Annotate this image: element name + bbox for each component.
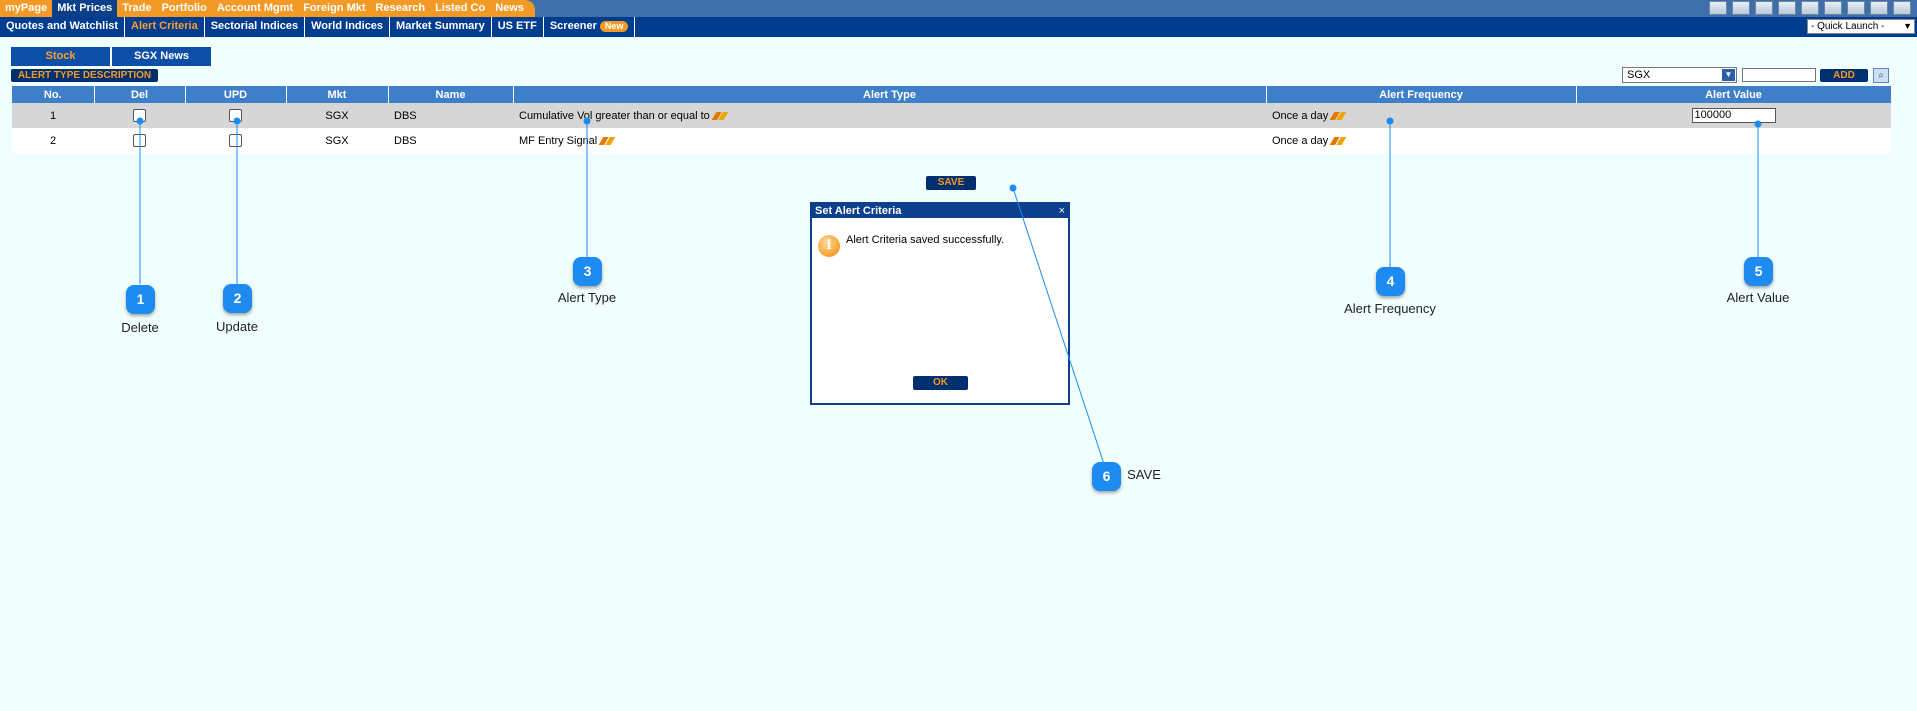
- callout-label-save: SAVE: [1127, 467, 1161, 482]
- callout-dot-alert-type: [583, 117, 591, 125]
- callout-line-save: [1012, 187, 1107, 471]
- callout-badge-save: 6: [1092, 462, 1121, 491]
- callout-badge-alert-type: 3: [573, 257, 602, 286]
- callout-label-delete: Delete: [121, 320, 159, 335]
- callout-lines: [136, 117, 1762, 471]
- callout-label-alert-value: Alert Value: [1726, 290, 1790, 305]
- callout-badge-update: 2: [223, 284, 252, 313]
- callout-badge-delete: 1: [126, 285, 155, 314]
- callout-label-alert-type: Alert Type: [557, 290, 617, 305]
- callout-badge-alert-frequency: 4: [1376, 267, 1405, 296]
- callout-label-update: Update: [216, 319, 258, 334]
- callout-badge-alert-value: 5: [1744, 257, 1773, 286]
- callout-dot-delete: [136, 117, 144, 125]
- callout-dot-alert-frequency: [1386, 117, 1394, 125]
- callout-dot-alert-value: [1754, 120, 1762, 128]
- callout-dot-update: [233, 117, 241, 125]
- callout-dot-save: [1009, 184, 1017, 192]
- callout-label-alert-frequency: Alert Frequency: [1344, 301, 1436, 316]
